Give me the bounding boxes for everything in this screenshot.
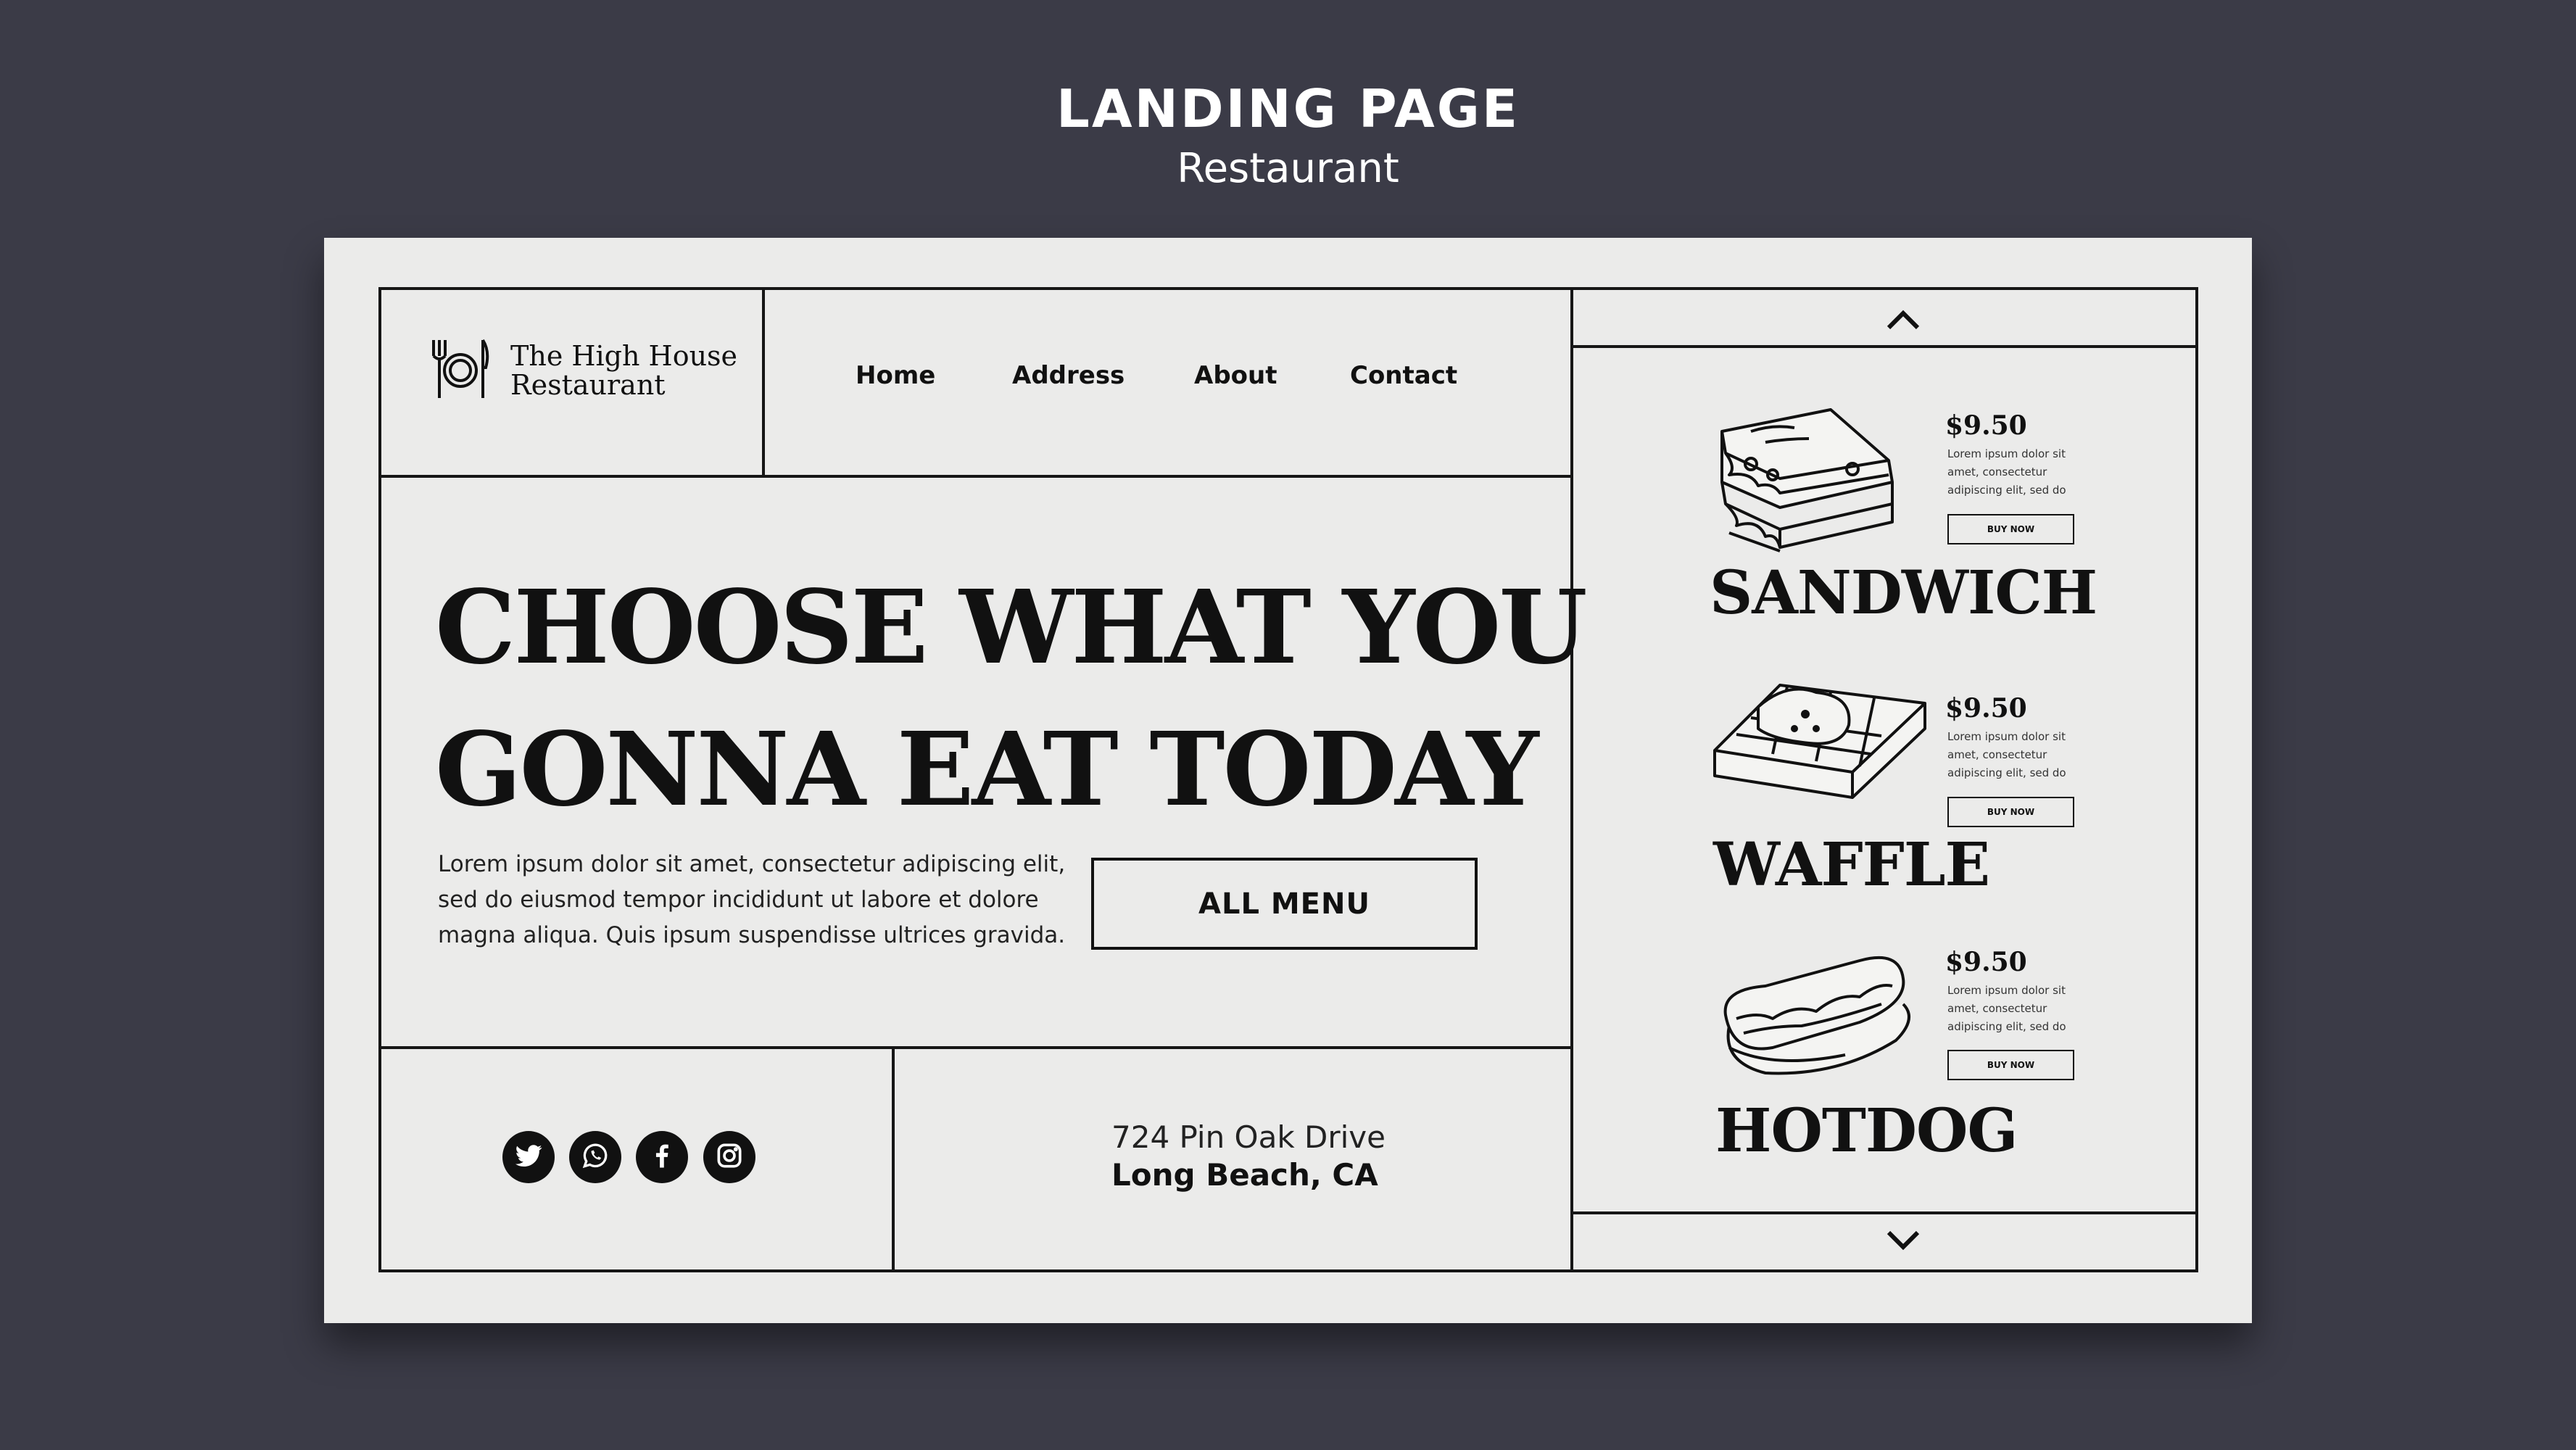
fork-plate-knife-icon [429,337,492,404]
sandwich-icon [1707,402,1903,558]
nav-contact[interactable]: Contact [1350,361,1457,390]
hotdog-name: HOTDOG [1715,1096,2018,1166]
chevron-up-icon [1871,310,1936,339]
whatsapp-icon [579,1140,611,1174]
menu-scroll-up-button[interactable] [1871,300,1936,336]
instagram-icon [713,1140,745,1174]
restaurant-logo[interactable]: The High House Restaurant [429,337,737,404]
whatsapp-button[interactable] [569,1131,621,1183]
hero-title-line-1: CHOOSE WHAT YOU [435,568,1588,687]
menu-scroll-down-button[interactable] [1871,1224,1936,1260]
all-menu-button[interactable]: ALL MENU [1091,858,1478,950]
waffle-description: Lorem ipsum dolor sit amet, consectetur … [1947,730,2066,779]
logo-line-2: Restaurant [510,369,666,401]
sandwich-name: SANDWICH [1710,558,2097,628]
waffle-buy-now-button[interactable]: BUY NOW [1947,797,2074,827]
logo-text: The High House Restaurant [510,341,737,399]
nav-home[interactable]: Home [856,361,935,390]
sandwich-price: $9.50 [1945,410,2027,441]
twitter-icon [513,1140,544,1174]
facebook-button[interactable] [636,1131,688,1183]
hotdog-buy-now-button[interactable]: BUY NOW [1947,1050,2074,1080]
address-city: Long Beach, CA [1111,1157,1378,1193]
nav-about[interactable]: About [1194,361,1277,390]
nav-address[interactable]: Address [1012,361,1125,390]
hero-title-line-2: GONNA EAT TODAY [435,710,1539,829]
waffle-price: $9.50 [1945,693,2027,724]
waffle-icon [1707,678,1932,801]
address-street: 724 Pin Oak Drive [1111,1119,1386,1155]
presentation-subtitle: Restaurant [1177,145,1399,192]
sandwich-description: Lorem ipsum dolor sit amet, consectetur … [1947,447,2066,497]
facebook-icon [646,1140,678,1174]
waffle-name: WAFFLE [1713,830,1990,900]
presentation-title: LANDING PAGE [1056,78,1520,139]
instagram-button[interactable] [703,1131,755,1183]
hotdog-price: $9.50 [1945,947,2027,977]
logo-line-1: The High House [510,340,738,372]
twitter-button[interactable] [502,1131,555,1183]
hotdog-icon [1715,946,1918,1080]
hotdog-description: Lorem ipsum dolor sit amet, consectetur … [1947,984,2066,1033]
hero-title: CHOOSE WHAT YOU GONNA EAT TODAY [435,557,1588,841]
chevron-down-icon [1871,1230,1936,1263]
sandwich-buy-now-button[interactable]: BUY NOW [1947,514,2074,544]
hero-body-text: Lorem ipsum dolor sit amet, consectetur … [438,851,1066,948]
